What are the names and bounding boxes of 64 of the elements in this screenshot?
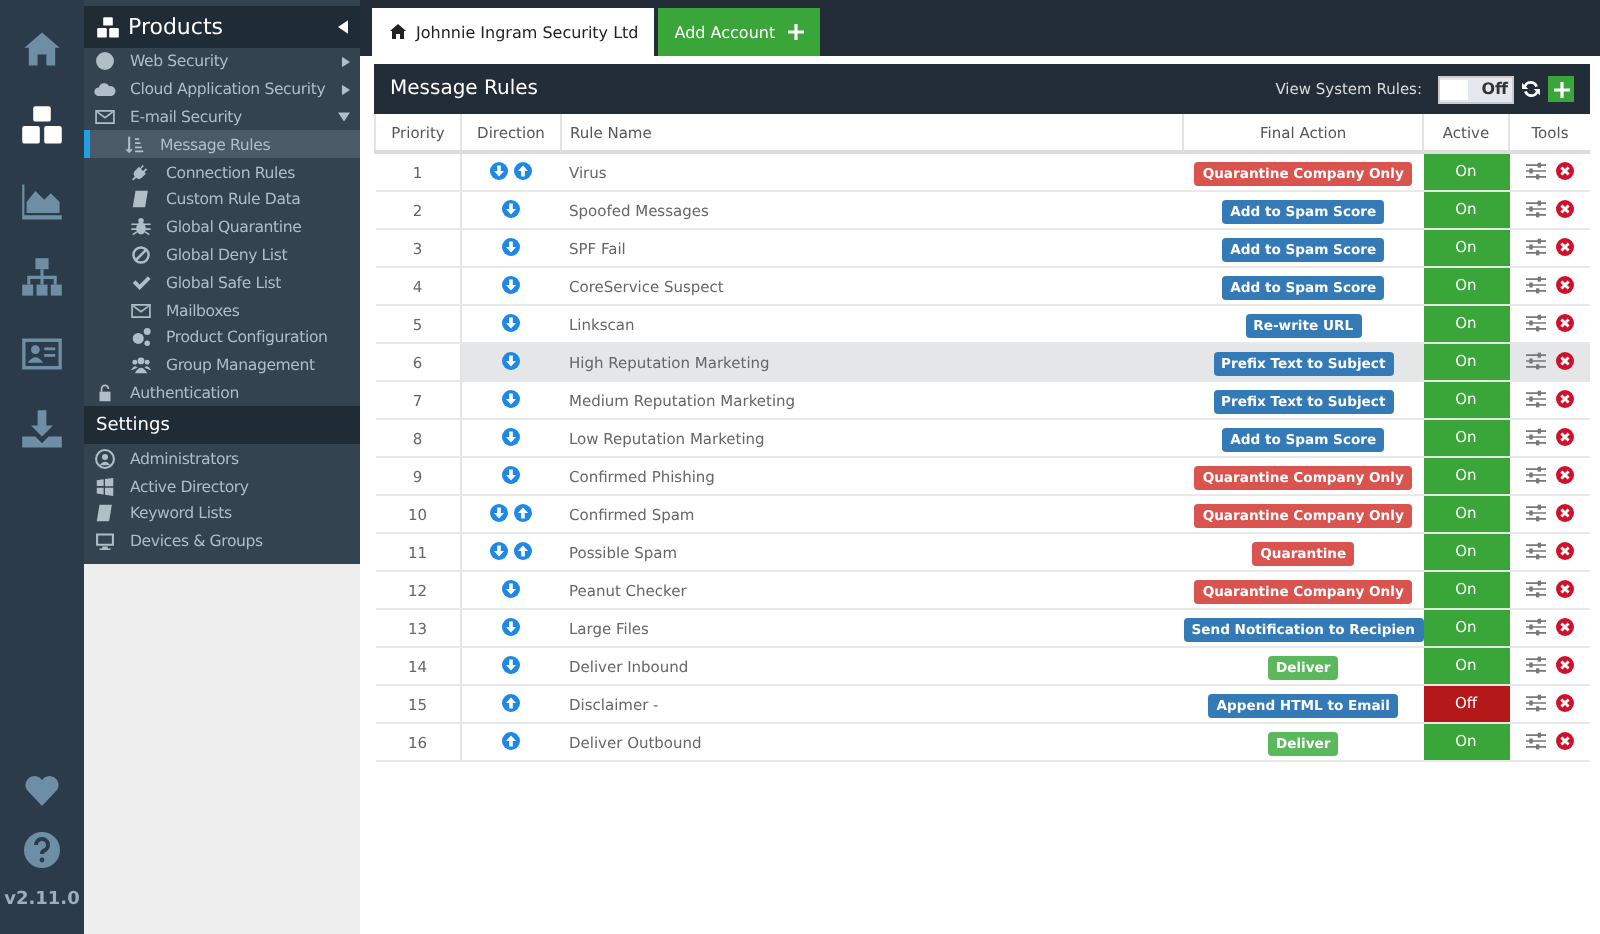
section-header[interactable]: Products (84, 6, 360, 48)
sliders-icon[interactable] (1525, 503, 1546, 521)
refresh-icon[interactable] (1520, 78, 1542, 100)
users-icon (130, 354, 152, 377)
delete-icon[interactable] (1555, 351, 1574, 369)
help-icon[interactable] (21, 830, 62, 870)
sliders-icon[interactable] (1525, 579, 1546, 597)
sliders-icon[interactable] (1525, 275, 1546, 293)
delete-icon[interactable] (1555, 731, 1574, 749)
plug-icon (130, 161, 152, 184)
account-tab[interactable]: Johnnie Ingram Security Ltd (372, 8, 655, 56)
monitor-icon (94, 530, 116, 553)
lock-icon (94, 381, 116, 404)
delete-icon[interactable] (1555, 427, 1574, 445)
sliders-icon[interactable] (1525, 351, 1546, 369)
sliders-icon[interactable] (1525, 541, 1546, 559)
add-account-button[interactable]: Add Account (658, 8, 820, 56)
section-header[interactable]: Settings (84, 406, 360, 445)
sliders-icon[interactable] (1525, 199, 1546, 217)
delete-icon[interactable] (1555, 161, 1574, 179)
envelope-icon (94, 105, 116, 128)
delete-icon[interactable] (1555, 275, 1574, 293)
delete-icon[interactable] (1555, 693, 1574, 711)
sliders-icon[interactable] (1525, 237, 1546, 255)
delete-icon[interactable] (1555, 389, 1574, 407)
sliders-icon[interactable] (1525, 655, 1546, 673)
cubes-icon[interactable] (20, 104, 64, 148)
delete-icon[interactable] (1555, 541, 1574, 559)
sliders-icon[interactable] (1525, 617, 1546, 635)
version-label: v2.11.0 (4, 890, 80, 910)
home-icon (388, 22, 408, 42)
system-rules-toggle[interactable]: Off (1438, 75, 1514, 103)
cloud-icon (94, 78, 116, 101)
sliders-icon[interactable] (1525, 465, 1546, 483)
windows-icon (94, 475, 116, 498)
plus-icon (1553, 81, 1569, 97)
heart-icon[interactable] (21, 770, 62, 810)
cubes-icon (96, 15, 120, 39)
delete-icon[interactable] (1555, 503, 1574, 521)
ban-icon (130, 243, 152, 266)
bug-icon (130, 216, 152, 239)
sitemap-icon[interactable] (20, 256, 64, 300)
plus-icon (787, 24, 804, 40)
delete-icon[interactable] (1555, 313, 1574, 331)
sort-icon (124, 133, 146, 156)
delete-icon[interactable] (1555, 465, 1574, 483)
panel-title: Message Rules (390, 78, 540, 100)
sliders-icon[interactable] (1525, 693, 1546, 711)
caret-icon (338, 20, 348, 34)
delete-icon[interactable] (1555, 655, 1574, 673)
delete-icon[interactable] (1555, 199, 1574, 217)
sliders-icon[interactable] (1525, 427, 1546, 445)
sliders-icon[interactable] (1525, 731, 1546, 749)
sliders-icon[interactable] (1525, 389, 1546, 407)
delete-icon[interactable] (1555, 237, 1574, 255)
delete-icon[interactable] (1555, 617, 1574, 635)
envelope-icon (130, 299, 152, 322)
user-circle-icon (94, 447, 116, 470)
area-chart-icon[interactable] (20, 180, 64, 224)
sliders-icon[interactable] (1525, 313, 1546, 331)
check-icon (130, 271, 152, 294)
download-icon[interactable] (20, 408, 64, 452)
sliders-icon[interactable] (1525, 161, 1546, 179)
delete-icon[interactable] (1555, 579, 1574, 597)
